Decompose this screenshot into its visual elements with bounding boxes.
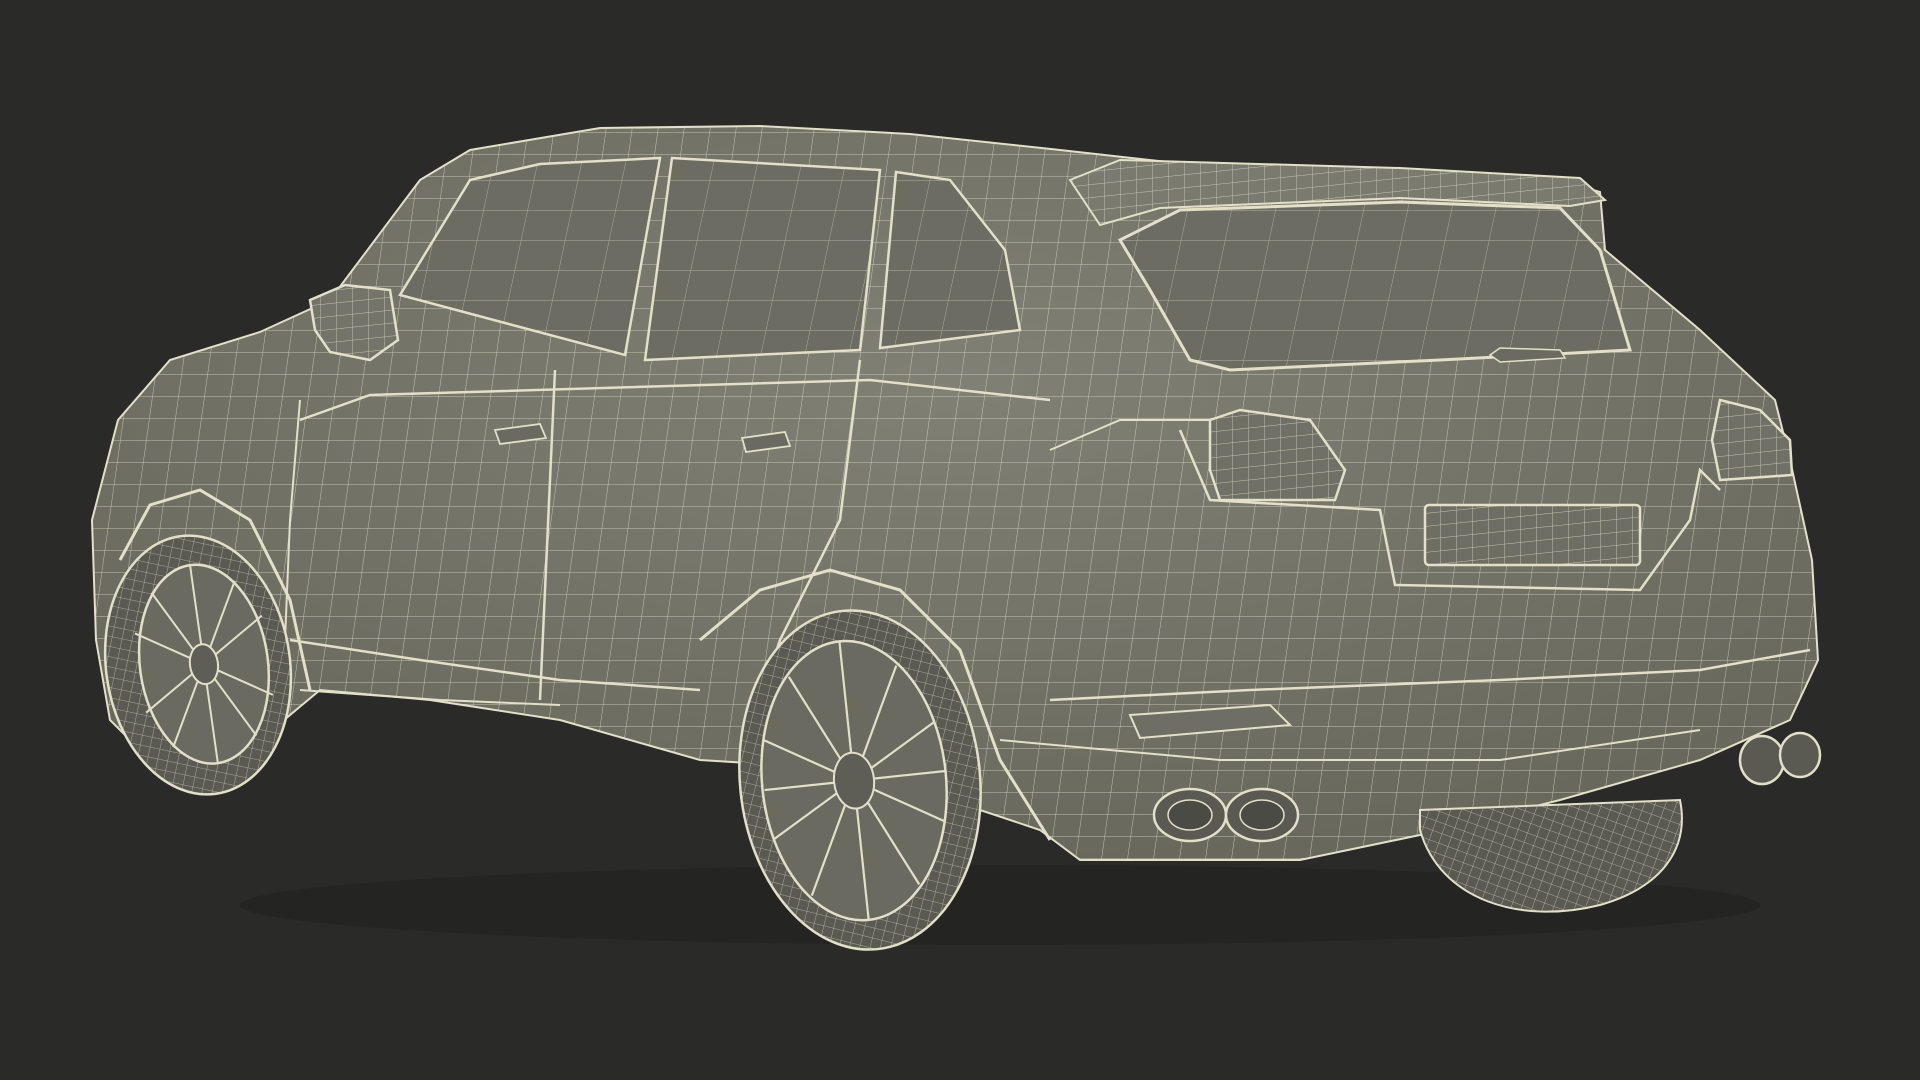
- suv-wireframe-icon: [90, 124, 1822, 951]
- render-viewport: [0, 0, 1920, 1080]
